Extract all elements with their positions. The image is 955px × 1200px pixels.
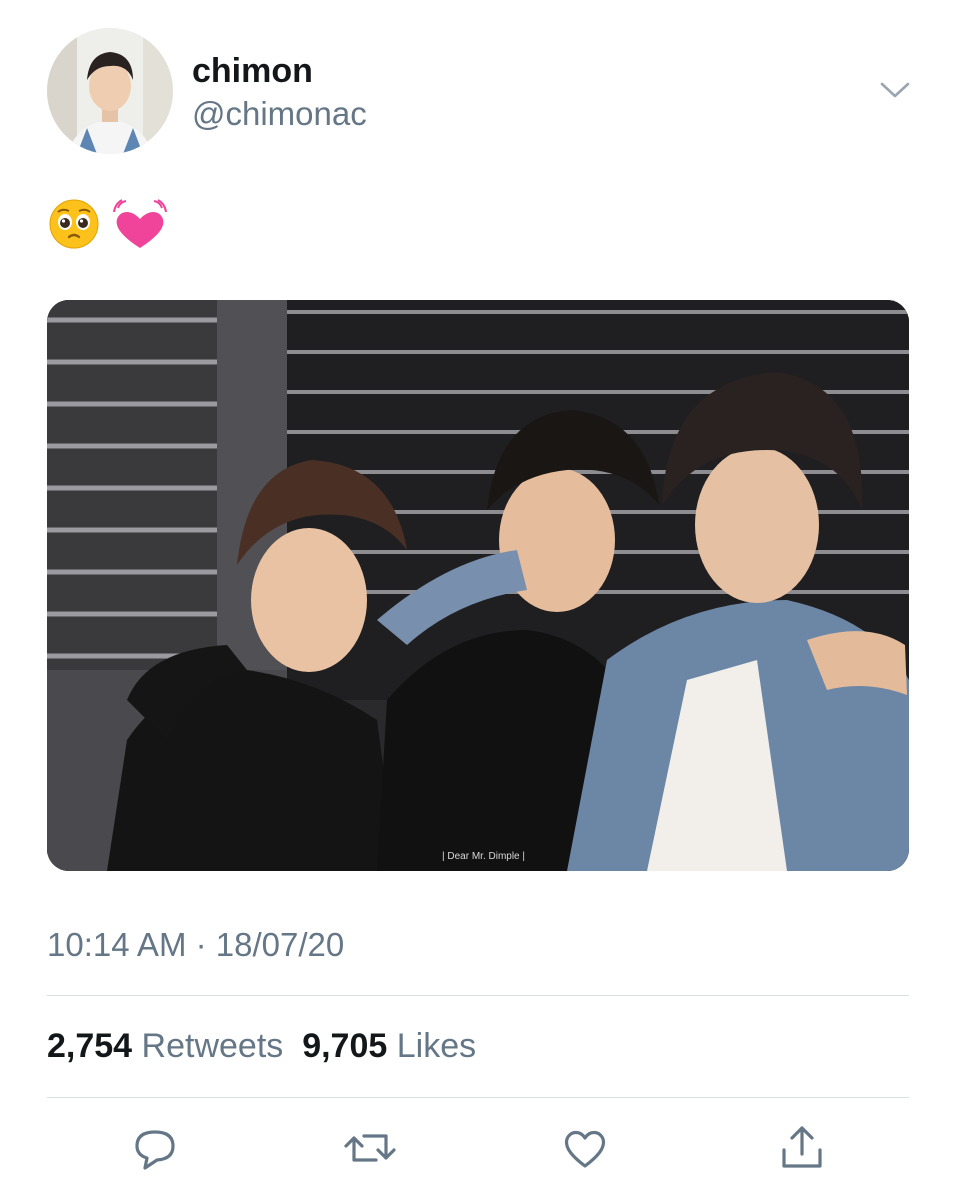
retweet-icon[interactable] xyxy=(342,1120,398,1176)
tweet-header: chimon @chimonac xyxy=(0,0,955,170)
tweet-actions-bar xyxy=(0,1120,955,1180)
pleading-face-emoji xyxy=(49,199,99,249)
tweet-timestamp[interactable]: 10:14 AM · 18/07/20 xyxy=(47,926,344,964)
chevron-down-icon[interactable] xyxy=(880,78,910,102)
retweets-count[interactable]: 2,754 xyxy=(47,1027,132,1065)
avatar[interactable] xyxy=(47,28,173,154)
user-handle[interactable]: @chimonac xyxy=(192,95,367,133)
display-name[interactable]: chimon xyxy=(192,52,313,91)
beating-heart-emoji xyxy=(113,199,167,248)
like-icon[interactable] xyxy=(557,1120,613,1176)
tweet-emojis xyxy=(49,199,167,249)
likes-count[interactable]: 9,705 xyxy=(302,1027,387,1065)
share-icon[interactable] xyxy=(774,1120,830,1176)
likes-label[interactable]: Likes xyxy=(397,1027,476,1065)
divider xyxy=(47,995,909,996)
tweet-photo[interactable] xyxy=(47,300,909,871)
photo-watermark: | Dear Mr. Dimple | xyxy=(442,851,525,862)
tweet-stats: 2,754 Retweets 9,705 Likes xyxy=(47,1027,476,1066)
divider xyxy=(47,1097,909,1098)
retweets-label[interactable]: Retweets xyxy=(142,1027,284,1065)
tweet-text xyxy=(48,196,168,256)
reply-icon[interactable] xyxy=(127,1120,183,1176)
